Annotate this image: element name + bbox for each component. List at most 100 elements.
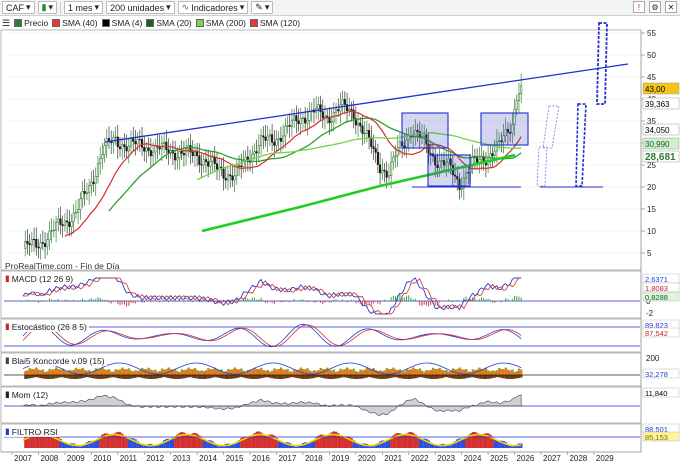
legend-item[interactable]: SMA (20) xyxy=(146,18,192,28)
pane-tick-label: 200 xyxy=(646,354,660,363)
candle-body xyxy=(451,164,454,176)
candle-body xyxy=(94,176,97,184)
x-axis-year-label: 2009 xyxy=(67,454,85,463)
rsi-bar xyxy=(332,431,336,448)
rsi-icon: ▮ xyxy=(5,426,10,436)
candle-body xyxy=(330,121,333,124)
rsi-bar xyxy=(154,445,157,448)
koncorde-orange-bar xyxy=(328,369,331,375)
close-icon[interactable]: ✕ xyxy=(665,1,677,13)
rsi-bar xyxy=(112,433,115,448)
rsi-bar xyxy=(242,436,245,448)
rsi-bar xyxy=(352,440,355,448)
koncorde-brown-bar xyxy=(478,375,481,379)
koncorde-orange-bar xyxy=(121,369,124,375)
koncorde-orange-bar xyxy=(279,369,283,375)
koncorde-brown-bar xyxy=(96,375,100,379)
rsi-bar xyxy=(264,434,267,448)
koncorde-orange-bar xyxy=(425,371,428,375)
koncorde-brown-bar xyxy=(504,375,508,379)
rsi-bar xyxy=(288,443,292,448)
momentum-pane-label[interactable]: ▮ Mom (12) xyxy=(3,389,51,400)
candle-body xyxy=(260,135,263,146)
candle-body xyxy=(372,146,375,149)
rsi-bar xyxy=(286,442,289,448)
rsi-bar xyxy=(328,433,331,448)
legend-item[interactable]: SMA (40) xyxy=(52,18,98,28)
rsi-bar xyxy=(436,445,439,448)
rsi-bar xyxy=(509,445,512,448)
candle-body xyxy=(229,174,232,177)
price-badge-label: 30,990 xyxy=(645,140,670,149)
rsi-bar xyxy=(381,440,384,448)
stochastic-pane-label[interactable]: ▮ Estocástico (26 8 5) xyxy=(3,321,89,332)
rsi-bar xyxy=(123,435,126,448)
macd-pane-label[interactable]: ▮ MACD (12 26 9) xyxy=(3,273,76,284)
units-selector[interactable]: 200 unidades ▾ xyxy=(106,1,175,14)
indicator-legend: ☰ Precio SMA (40) SMA (4) SMA (20) SMA (… xyxy=(0,17,300,29)
candle-body xyxy=(284,126,287,137)
indicators-button[interactable]: ∿ Indicadores ▾ xyxy=(177,1,249,14)
legend-item[interactable]: SMA (120) xyxy=(249,18,300,28)
period-selector[interactable]: 1 mes ▾ xyxy=(64,1,104,14)
koncorde-brown-bar xyxy=(185,375,188,378)
rsi-bar xyxy=(110,434,113,448)
koncorde-brown-bar xyxy=(390,375,393,378)
candle-body xyxy=(423,134,426,137)
rsi-bar xyxy=(429,442,433,448)
koncorde-brown-bar xyxy=(178,375,181,379)
draw-tool-button[interactable]: ✎ ▾ xyxy=(251,1,274,14)
symbol-selector[interactable]: CAF ▾ xyxy=(2,1,35,14)
rsi-bar xyxy=(317,435,320,448)
koncorde-orange-bar xyxy=(255,369,258,375)
candle-body xyxy=(121,144,124,150)
koncorde-orange-bar xyxy=(473,370,477,375)
koncorde-brown-bar xyxy=(55,375,58,379)
rsi-bar xyxy=(156,445,159,448)
koncorde-pane-label[interactable]: ▮ Blai5 Koncorde v.09 (15) xyxy=(3,355,107,366)
koncorde-brown-bar xyxy=(132,375,135,379)
menu-icon[interactable]: ☰ xyxy=(2,18,10,29)
x-axis-year-label: 2020 xyxy=(358,454,376,463)
candle-body xyxy=(341,99,344,105)
rsi-bar xyxy=(30,435,34,448)
koncorde-brown-bar xyxy=(28,375,31,379)
koncorde-orange-bar xyxy=(187,369,190,375)
rsi-bar xyxy=(361,443,364,448)
candle-body xyxy=(193,151,196,157)
koncorde-brown-bar xyxy=(498,375,501,378)
price-chart[interactable]: 55504540353025201510543,0039,36334,05030… xyxy=(0,0,680,464)
legend-item[interactable]: Precio xyxy=(14,18,48,28)
koncorde-orange-bar xyxy=(119,369,122,375)
rsi-pane-label[interactable]: ▮ FILTRO RSI xyxy=(3,426,60,437)
koncorde-brown-bar xyxy=(374,375,377,379)
koncorde-orange-bar xyxy=(493,370,497,375)
koncorde-orange-bar xyxy=(480,369,483,375)
koncorde-brown-bar xyxy=(171,375,175,379)
koncorde-orange-bar xyxy=(46,371,49,375)
koncorde-brown-bar xyxy=(92,375,95,379)
koncorde-orange-bar xyxy=(462,369,466,375)
koncorde-brown-bar xyxy=(392,375,395,378)
settings-icon[interactable]: ⚙ xyxy=(649,1,661,13)
koncorde-orange-bar xyxy=(141,369,144,375)
pane-badge xyxy=(642,319,680,330)
candle-body xyxy=(504,129,507,136)
legend-item[interactable]: SMA (4) xyxy=(101,18,142,28)
koncorde-green-bar xyxy=(114,369,117,371)
candle-body xyxy=(473,155,476,158)
candle-style-button[interactable]: ▮ ▾ xyxy=(37,1,58,14)
koncorde-green-bar xyxy=(306,368,309,370)
koncorde-green-bar xyxy=(392,367,395,370)
candle-body xyxy=(143,147,146,152)
koncorde-orange-bar xyxy=(427,370,430,375)
alert-icon[interactable]: ! xyxy=(633,1,645,13)
legend-item[interactable]: SMA (200) xyxy=(195,18,246,28)
candle-body xyxy=(495,141,498,152)
koncorde-brown-bar xyxy=(381,375,384,379)
koncorde-orange-bar xyxy=(125,369,128,375)
rsi-bar xyxy=(394,433,397,448)
koncorde-orange-bar xyxy=(443,370,446,375)
koncorde-orange-bar xyxy=(83,369,87,375)
rsi-bar xyxy=(447,445,450,448)
